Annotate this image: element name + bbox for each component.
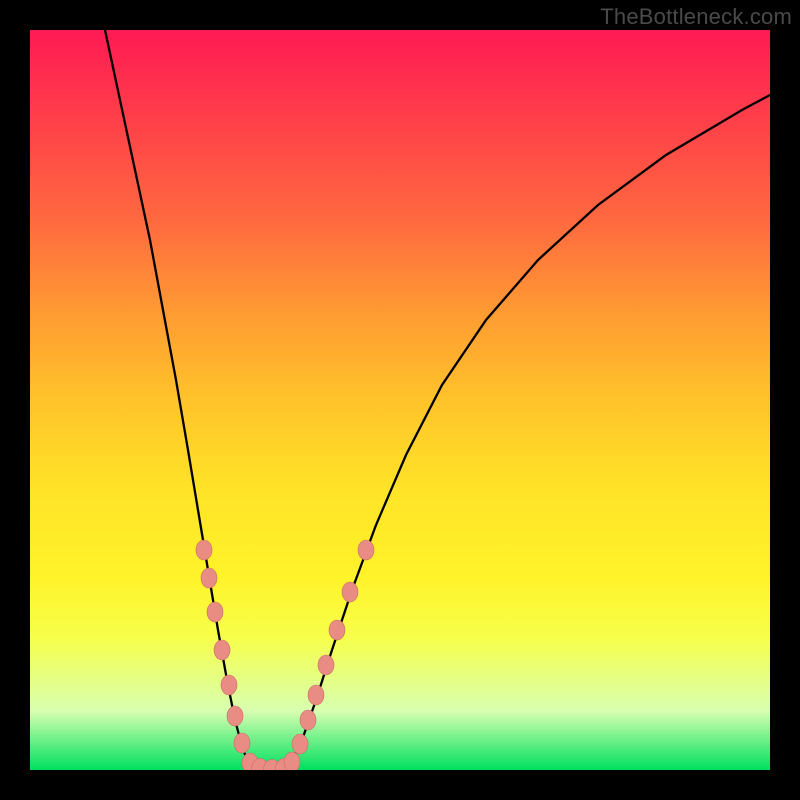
bead — [329, 620, 345, 640]
bead — [201, 568, 217, 588]
bead — [214, 640, 230, 660]
bead — [292, 734, 308, 754]
bead — [207, 602, 223, 622]
curve-layer — [30, 30, 770, 770]
right-curve — [290, 95, 770, 765]
bead-group — [196, 540, 374, 770]
bead — [196, 540, 212, 560]
left-curve — [105, 30, 250, 765]
plot-area — [30, 30, 770, 770]
bead — [358, 540, 374, 560]
bead — [252, 758, 269, 770]
valley-floor — [250, 765, 290, 770]
bead — [318, 655, 334, 675]
bead — [342, 582, 358, 602]
bead — [234, 733, 250, 753]
bead — [242, 753, 258, 770]
bead — [276, 758, 293, 770]
bead — [300, 710, 316, 730]
chart-stage: TheBottleneck.com — [0, 0, 800, 800]
bead — [284, 752, 300, 770]
watermark-text: TheBottleneck.com — [600, 4, 792, 30]
bead — [264, 759, 281, 770]
bead — [227, 706, 243, 726]
bead — [308, 685, 324, 705]
bead — [221, 675, 237, 695]
